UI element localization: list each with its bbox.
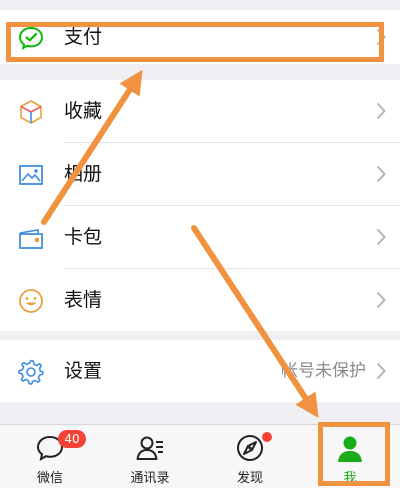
menu-item-cards-label: 卡包	[64, 226, 103, 248]
pay-highlight-box	[6, 22, 384, 62]
tab-contacts-label: 通讯录	[130, 471, 170, 486]
menu-item-settings-label: 设置	[64, 360, 103, 382]
picture-icon	[18, 162, 44, 188]
menu-item-album[interactable]: 相册	[0, 143, 400, 205]
tab-chats[interactable]: 40 微信	[0, 425, 100, 488]
chevron-right-icon	[376, 291, 386, 309]
me-tab-highlight-box	[318, 422, 390, 486]
tab-discover[interactable]: 发现	[200, 425, 300, 488]
tab-contacts[interactable]: 通讯录	[100, 425, 200, 488]
unread-count-badge: 40	[58, 430, 86, 448]
menu-item-cards[interactable]: 卡包	[0, 206, 400, 268]
menu-item-stickers[interactable]: 表情	[0, 269, 400, 331]
compass-icon	[235, 433, 265, 463]
account-unprotected-status: 帐号未保护	[281, 361, 366, 381]
tab-chats-label: 微信	[36, 471, 63, 486]
menu-item-favorites[interactable]: 收藏	[0, 80, 400, 142]
card-icon	[18, 225, 44, 251]
chevron-right-icon	[376, 228, 386, 246]
gear-icon	[18, 359, 44, 385]
discover-notification-dot	[262, 432, 272, 442]
tab-discover-label: 发现	[236, 471, 263, 486]
chevron-right-icon	[376, 362, 386, 380]
cube-icon	[18, 99, 44, 125]
menu-item-settings[interactable]: 设置 帐号未保护	[0, 340, 400, 402]
contacts-icon	[135, 433, 165, 463]
menu-item-favorites-label: 收藏	[64, 100, 103, 122]
menu-item-album-label: 相册	[64, 163, 103, 185]
smiley-icon	[18, 288, 44, 314]
menu-item-stickers-label: 表情	[64, 289, 103, 311]
wechat-me-page: 支付 收藏 相册 卡包 表情 设置 帐号未保护 40 微信 通讯录 发现 我	[0, 0, 400, 488]
chevron-right-icon	[376, 102, 386, 120]
chevron-right-icon	[376, 165, 386, 183]
